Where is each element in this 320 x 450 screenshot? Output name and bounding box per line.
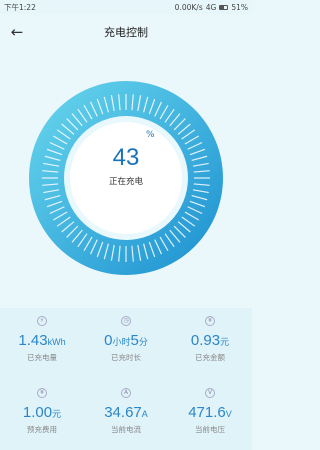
stat-charged-time: ◷ 0小时5分 已充时长 — [84, 308, 168, 380]
current-icon: A — [121, 388, 131, 398]
gauge-unit: % — [146, 130, 155, 140]
stat-value: 1.43kWh — [18, 332, 66, 349]
stats-grid: ⚡ 1.43kWh 已充电量 ◷ 0小时5分 已充时长 ¥ 0.93元 已充金额… — [0, 308, 252, 450]
page-title: 充电控制 — [104, 26, 148, 39]
header: ← 充电控制 — [0, 14, 252, 50]
lightning-icon: ⚡ — [37, 316, 47, 326]
stat-current: A 34.67A 当前电流 — [84, 380, 168, 450]
stat-value: 34.67A — [104, 404, 148, 421]
stat-label: 已充金额 — [195, 353, 225, 362]
status-right: 0.00K/s 4G 51% — [175, 3, 248, 12]
stat-voltage: V 471.6V 当前电压 — [168, 380, 252, 450]
yuan-icon: ¥ — [205, 316, 215, 326]
battery-percent: 51% — [231, 2, 248, 12]
stat-charged-amount: ¥ 0.93元 已充金额 — [168, 308, 252, 380]
stat-value: 0.93元 — [190, 332, 230, 349]
back-arrow-icon[interactable]: ← — [8, 23, 26, 41]
stat-label: 预充费用 — [27, 425, 57, 434]
gauge-value: 43 — [112, 144, 140, 171]
stat-label: 已充时长 — [111, 353, 141, 362]
yuan-icon: ¥ — [37, 388, 47, 398]
stat-value: 0小时5分 — [104, 332, 148, 349]
stat-label: 已充电量 — [27, 353, 57, 362]
network-speed: 0.00K/s — [174, 2, 203, 12]
stat-charged-energy: ⚡ 1.43kWh 已充电量 — [0, 308, 84, 380]
stat-label: 当前电压 — [195, 425, 225, 434]
clock-icon: ◷ — [121, 316, 131, 326]
charging-gauge: % 43 正在充电 — [0, 50, 252, 300]
battery-icon — [219, 4, 229, 10]
status-time: 下午1:22 — [4, 2, 36, 12]
stat-label: 当前电流 — [111, 425, 141, 434]
signal-label: 4G — [205, 2, 217, 12]
gauge-label: 正在充电 — [108, 177, 143, 187]
stat-value: 471.6V — [188, 404, 232, 421]
stat-prepaid-fee: ¥ 1.00元 预充费用 — [0, 380, 84, 450]
stat-value: 1.00元 — [22, 404, 62, 421]
status-bar: 下午1:22 0.00K/s 4G 51% — [0, 0, 252, 14]
gauge-center: % 43 正在充电 — [76, 128, 176, 228]
voltage-icon: V — [205, 388, 215, 398]
